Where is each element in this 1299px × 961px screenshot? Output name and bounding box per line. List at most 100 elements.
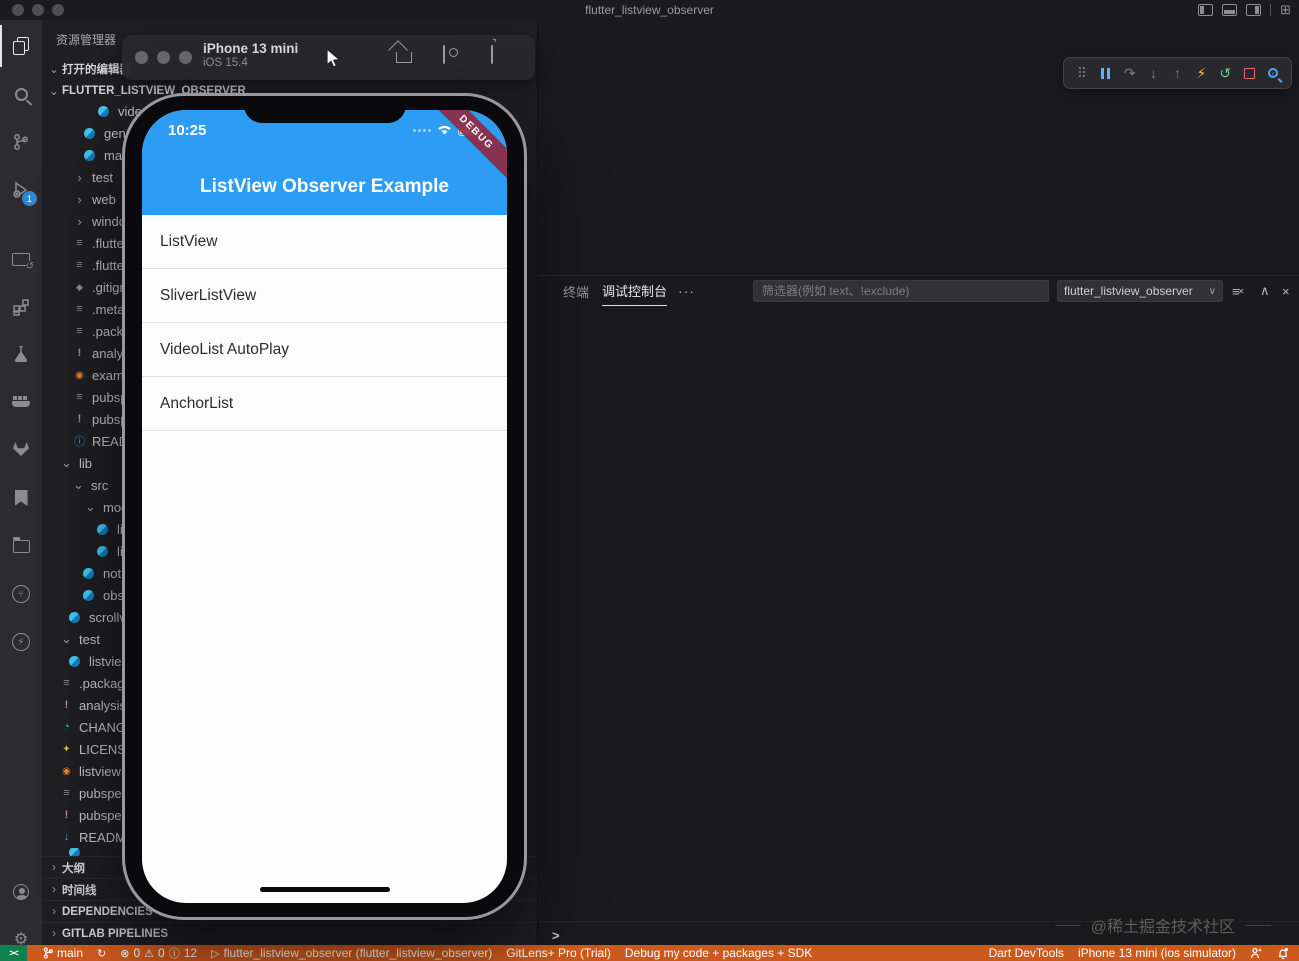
chevdown-icon: ⌄ <box>71 477 86 493</box>
activity-bar: 1 ⑂ ⚡ ⚙ <box>0 20 42 945</box>
chevron-right-icon: › <box>46 906 62 918</box>
project-manager-icon[interactable] <box>0 525 42 567</box>
gitlab-icon[interactable] <box>0 428 42 470</box>
source-control-icon[interactable] <box>0 121 42 163</box>
seq-icon: ≡ <box>72 391 87 403</box>
docker-icon[interactable] <box>0 381 42 423</box>
close-simulator-icon[interactable] <box>135 51 148 64</box>
phone-notch <box>244 96 406 123</box>
phone-menu-item[interactable]: AnchorList <box>142 377 507 431</box>
toggle-secondary-sidebar-icon[interactable] <box>1246 4 1261 16</box>
status-bar: >< main ↻ ⊗0 ⚠0 ⓘ12 ▷ flutter_listview_o… <box>0 945 1299 961</box>
tab-terminal[interactable]: 终端 <box>563 276 589 306</box>
remote-explorer-icon[interactable] <box>0 238 42 280</box>
rotate-device-icon[interactable] <box>491 46 493 64</box>
device-selector-item[interactable]: iPhone 13 mini (ios simulator) <box>1078 946 1236 960</box>
seq-icon: ≡ <box>72 325 87 337</box>
dart-devtools-item[interactable]: Dart DevTools <box>989 946 1064 960</box>
excl-icon: ! <box>59 809 74 821</box>
debug-toolbar: ⠿ ↷↓↑⚡↺ ‹ <box>1063 57 1292 89</box>
debug-session-dropdown[interactable]: flutter_listview_observer ∨ <box>1057 280 1223 302</box>
console-filter-input[interactable] <box>753 280 1049 302</box>
simulator-device-info: iPhone 13 mini iOS 15.4 <box>203 41 298 69</box>
phone-clock: 10:25 <box>168 122 206 139</box>
branch-icon <box>43 947 53 959</box>
git-branch-item[interactable]: main <box>43 946 83 960</box>
chevron-down-icon: ∨ <box>1209 286 1216 297</box>
screenshot-camera-icon[interactable] <box>443 46 445 64</box>
maximize-panel-icon[interactable]: ∧ <box>1260 276 1270 306</box>
chevron-right-icon: › <box>46 862 62 874</box>
clear-console-icon[interactable]: ≡✕ <box>1232 276 1244 306</box>
hot-reload-icon[interactable]: ⚡ <box>1191 65 1211 82</box>
explorer-icon[interactable] <box>0 25 42 67</box>
toggle-sidebar-icon[interactable] <box>1198 4 1213 16</box>
step-over-icon[interactable]: ↷ <box>1120 65 1140 82</box>
test-explorer-icon[interactable] <box>0 333 42 375</box>
notifications-bell-icon[interactable] <box>1277 947 1289 960</box>
remote-indicator[interactable]: >< <box>0 945 27 961</box>
problems-item[interactable]: ⊗0 ⚠0 ⓘ12 <box>120 945 197 961</box>
iphone-simulator: 10:25 ListView Observer Example DEBUG Li… <box>122 93 527 920</box>
vscode-window: flutter_listview_observer ⊞ 1 ⑂ ⚡ <box>0 0 1299 961</box>
debug-badge: 1 <box>22 191 37 206</box>
sidebar-title: 资源管理器 <box>56 31 116 48</box>
home-indicator[interactable] <box>260 887 390 892</box>
download-icon: ↓ <box>59 831 74 843</box>
dart-file-icon <box>69 656 80 667</box>
tab-debug-console[interactable]: 调试控制台 <box>602 276 667 306</box>
excl-icon: ! <box>72 347 87 359</box>
seq-icon: ≡ <box>59 677 74 689</box>
phone-menu-item[interactable]: ListView <box>142 215 507 269</box>
pause-icon[interactable] <box>1096 68 1116 79</box>
extensions-icon[interactable] <box>0 286 42 328</box>
accounts-icon[interactable] <box>0 871 42 913</box>
phone-menu-item[interactable]: VideoList AutoPlay <box>142 323 507 377</box>
chevdown-icon: ⌄ <box>59 631 74 647</box>
info-icon: ⓘ <box>72 433 87 449</box>
rss-icon: ◉ <box>72 370 87 381</box>
gitlens-item[interactable]: GitLens+ Pro (Trial) <box>506 946 611 960</box>
sync-changes-icon[interactable]: ↻ <box>97 947 106 960</box>
key-icon: ✦ <box>59 744 74 755</box>
search-icon[interactable] <box>0 73 42 115</box>
phone-menu-item[interactable]: SliverListView <box>142 269 507 323</box>
close-panel-icon[interactable]: × <box>1282 276 1290 306</box>
step-out-icon[interactable]: ↑ <box>1168 65 1188 81</box>
customize-layout-icon[interactable]: ⊞ <box>1280 4 1291 16</box>
sidebar-section-4[interactable]: ›GITLAB PIPELINES <box>42 922 538 944</box>
chevdown-icon: ⌄ <box>83 499 98 515</box>
bookmarks-icon[interactable] <box>0 477 42 519</box>
cellular-signal-icon <box>413 129 431 132</box>
chevron-down-icon: ⌄ <box>46 84 62 98</box>
chev-icon: › <box>72 214 87 229</box>
minimize-simulator-icon[interactable] <box>157 51 170 64</box>
seq-icon: ≡ <box>72 237 87 249</box>
run-debug-icon[interactable]: 1 <box>0 169 42 211</box>
stop-icon[interactable] <box>1239 68 1259 79</box>
debug-profile-item[interactable]: Debug my code + packages + SDK <box>625 946 812 960</box>
simulator-traffic-lights[interactable] <box>135 51 192 64</box>
chevron-down-icon: ⌄ <box>46 62 62 76</box>
step-into-icon[interactable]: ↓ <box>1144 65 1164 81</box>
clock-icon: ◔ <box>59 721 74 733</box>
debug-console-panel: 终端 调试控制台 ··· flutter_listview_observer ∨… <box>538 275 1299 945</box>
watermark: @稀土掘金技术社区 <box>1055 913 1271 937</box>
console-input-prompt[interactable]: > <box>552 928 560 943</box>
drag-handle-icon[interactable]: ⠿ <box>1072 65 1092 82</box>
more-tabs-icon[interactable]: ··· <box>678 276 695 306</box>
thunder-client-icon[interactable]: ⚡ <box>0 621 42 663</box>
dart-file-icon <box>84 128 95 139</box>
dart-file-icon <box>69 612 80 623</box>
debug-target-item[interactable]: ▷ flutter_listview_observer (flutter_lis… <box>211 946 492 960</box>
phone-screen: 10:25 ListView Observer Example DEBUG Li… <box>142 110 507 903</box>
zoom-simulator-icon[interactable] <box>179 51 192 64</box>
git-graph-icon[interactable]: ⑂ <box>0 573 42 615</box>
open-devtools-icon[interactable]: ‹ <box>1263 68 1283 78</box>
feedback-icon[interactable] <box>1250 947 1263 959</box>
titlebar: flutter_listview_observer ⊞ <box>0 0 1299 20</box>
rss-icon: ◉ <box>59 766 74 777</box>
dart-file-icon <box>83 590 94 601</box>
toggle-panel-icon[interactable] <box>1222 4 1237 16</box>
restart-icon[interactable]: ↺ <box>1215 65 1235 82</box>
